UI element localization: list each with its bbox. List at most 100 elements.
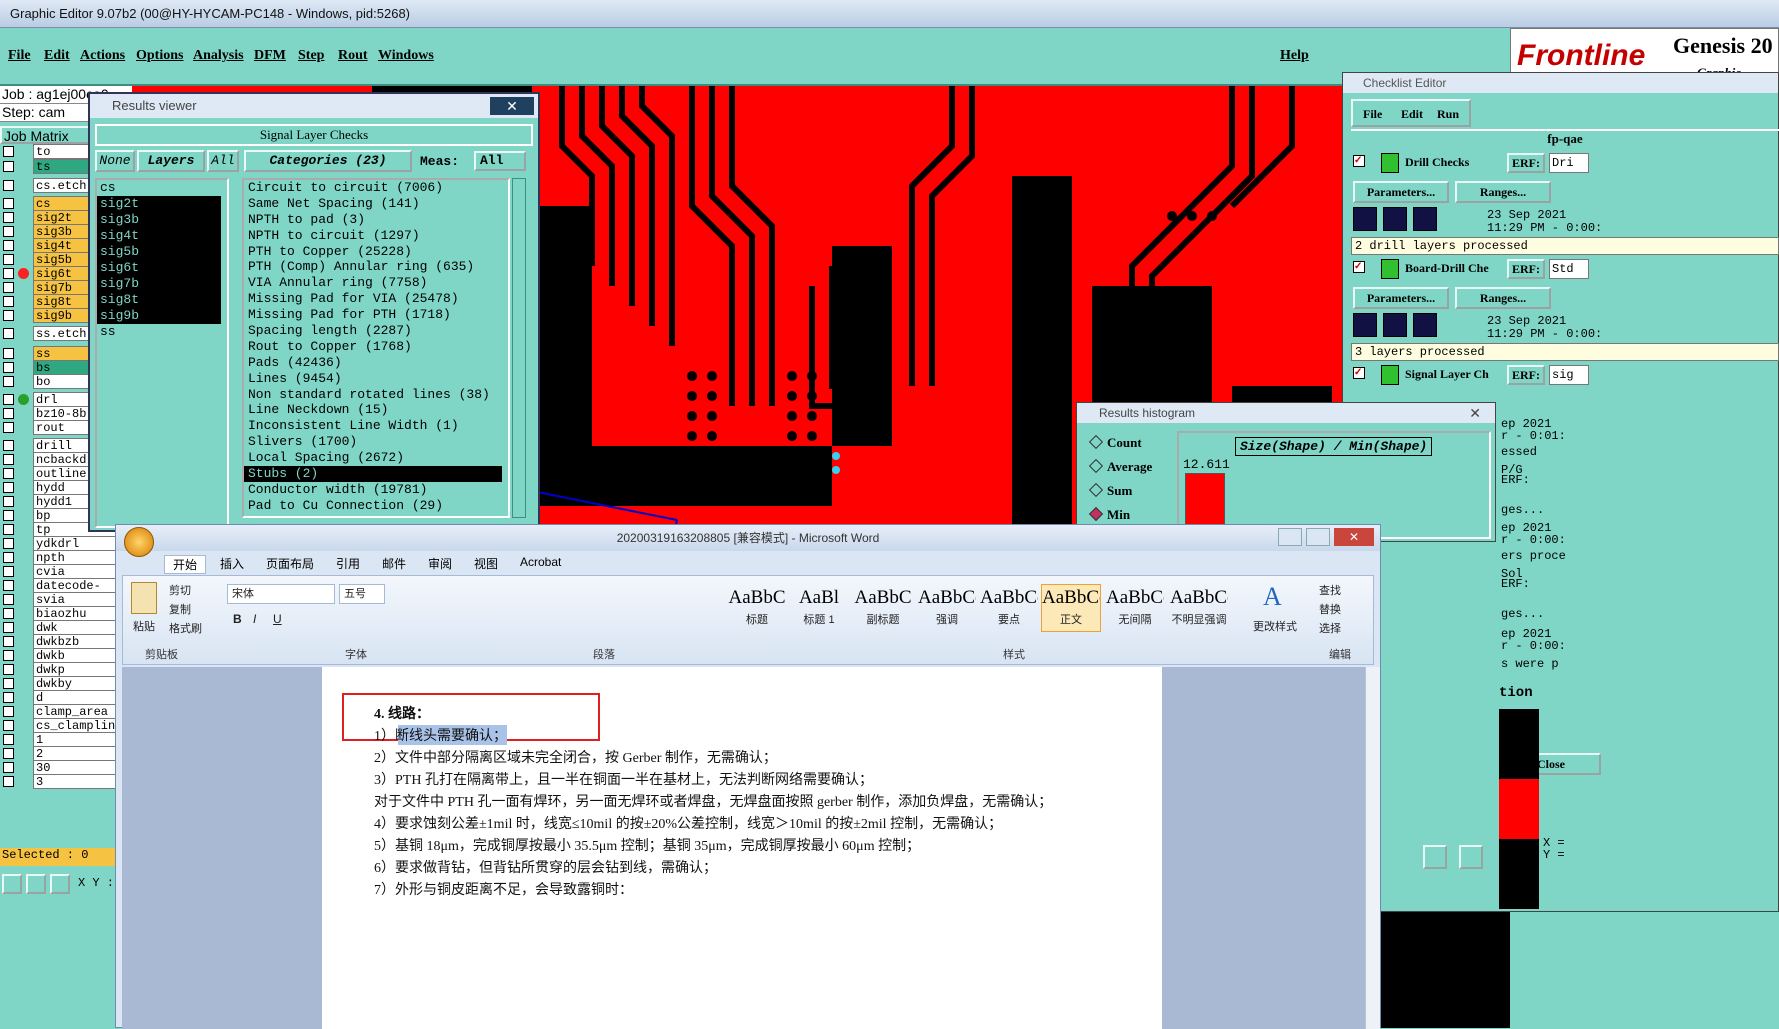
replace-button[interactable]: 替换 [1319, 601, 1341, 617]
document-line[interactable]: 1）断线头需要确认； [374, 725, 507, 745]
menu-actions[interactable]: Actions [80, 48, 125, 64]
layer-checkbox[interactable] [3, 268, 14, 279]
category-item[interactable]: PTH (Comp) Annular ring (635) [244, 259, 508, 275]
checklist-menu-file[interactable]: File [1363, 105, 1382, 123]
layer-checkbox[interactable] [3, 310, 14, 321]
checklist-action-row[interactable]: ✓ Signal Layer Ch ERF: sig [1353, 365, 1779, 391]
layer-row[interactable]: dwkp [0, 662, 132, 677]
layer-checkbox[interactable] [3, 180, 14, 191]
layer-checkbox[interactable] [3, 328, 14, 339]
layer-checkbox[interactable] [3, 440, 14, 451]
word-close-icon[interactable]: ✕ [1334, 528, 1374, 546]
result-layer-item[interactable]: sig3b [97, 212, 221, 228]
histogram-option[interactable]: Sum [1088, 482, 1132, 499]
copy-button[interactable]: 复制 [169, 601, 191, 617]
style-item[interactable]: AaBbCcDc 无间隔 [1105, 584, 1165, 632]
layer-checkbox[interactable] [3, 496, 14, 507]
layer-checkbox[interactable] [3, 664, 14, 675]
layer-row[interactable]: clamp_area [0, 704, 132, 719]
italic-button[interactable]: I [253, 612, 256, 626]
document-line[interactable]: 3）PTH 孔打在隔离带上，且一半在铜面一半在基材上，无法判断网络需要确认； [374, 769, 873, 789]
layer-checkbox[interactable] [3, 734, 14, 745]
layer-checkbox[interactable] [3, 254, 14, 265]
document-line[interactable]: 6）要求做背钻，但背钻所贯穿的层会钻到线，需确认； [374, 857, 717, 877]
style-item[interactable]: AaBbCcDc 不明显强调 [1169, 584, 1229, 632]
layer-row[interactable]: 3 [0, 774, 132, 789]
run-icon[interactable] [1383, 313, 1407, 337]
category-item[interactable]: NPTH to circuit (1297) [244, 228, 508, 244]
layer-checkbox[interactable] [3, 482, 14, 493]
format-painter-button[interactable]: 格式刷 [169, 620, 202, 636]
layer-checkbox[interactable] [3, 608, 14, 619]
layer-checkbox[interactable] [3, 762, 14, 773]
tab-view[interactable]: 视图 [474, 555, 498, 572]
layer-checkbox[interactable] [3, 538, 14, 549]
erf-button[interactable]: ERF: [1507, 259, 1545, 279]
layer-row[interactable]: cvia [0, 564, 132, 579]
histogram-option[interactable]: Count [1088, 434, 1142, 451]
category-item[interactable]: Missing Pad for VIA (25478) [244, 291, 508, 307]
erf-value[interactable]: sig [1549, 365, 1589, 385]
tab-references[interactable]: 引用 [336, 555, 360, 572]
erf-button[interactable]: ERF: [1507, 153, 1545, 173]
result-layer-item[interactable]: sig4t [97, 228, 221, 244]
parameters-button[interactable]: Parameters... [1353, 287, 1449, 309]
layer-checkbox[interactable] [3, 622, 14, 633]
category-list[interactable]: Circuit to circuit (7006) Same Net Spacin… [242, 178, 510, 518]
style-item[interactable]: AaBbC 副标题 [853, 584, 913, 632]
checklist-action-row[interactable]: ✓ Board-Drill Che ERF: Std [1353, 259, 1779, 285]
document-line[interactable]: 5）基铜 18μm，完成铜厚按最小 35.5μm 控制；基铜 35μm，完成铜厚… [374, 835, 920, 855]
category-item[interactable]: Missing Pad for PTH (1718) [244, 307, 508, 323]
layer-checkbox[interactable] [3, 212, 14, 223]
tab-home[interactable]: 开始 [164, 555, 207, 574]
category-item[interactable]: Rout to Copper (1768) [244, 339, 508, 355]
menu-options[interactable]: Options [136, 48, 183, 64]
document-area[interactable]: 4. 线路： 1）断线头需要确认； 2）文件中部分隔离区域未完全闭合，按 Gerbe… [122, 667, 1368, 1029]
layer-checkbox[interactable] [3, 692, 14, 703]
category-item[interactable]: Slivers (1700) [244, 434, 508, 450]
cut-button[interactable]: 剪切 [169, 582, 191, 598]
layer-row[interactable]: npth [0, 550, 132, 565]
tab-insert[interactable]: 插入 [220, 555, 244, 572]
bold-button[interactable]: B [233, 612, 242, 626]
category-item[interactable]: NPTH to pad (3) [244, 212, 508, 228]
layer-checkbox[interactable] [3, 748, 14, 759]
document-page[interactable]: 4. 线路： 1）断线头需要确认； 2）文件中部分隔离区域未完全闭合，按 Gerbe… [322, 667, 1162, 1029]
font-name-select[interactable]: 宋体 [227, 584, 335, 604]
ranges-button[interactable]: Ranges... [1455, 181, 1551, 203]
document-line[interactable]: 2）文件中部分隔离区域未完全闭合，按 Gerber 制作，无需确认； [374, 747, 777, 767]
category-item[interactable]: Same Net Spacing (141) [244, 196, 508, 212]
category-item[interactable]: Non standard rotated lines (38) [244, 387, 508, 403]
underline-button[interactable]: U [273, 612, 282, 626]
layer-checkbox[interactable] [3, 566, 14, 577]
layer-checkbox[interactable] [3, 468, 14, 479]
layer-checkbox[interactable] [3, 408, 14, 419]
layer-checkbox[interactable] [3, 594, 14, 605]
layer-row[interactable]: dwk [0, 620, 132, 635]
document-line[interactable]: 对于文件中 PTH 孔一面有焊环，另一面无焊环或者焊盘，无焊盘面按照 gerbe… [374, 791, 1052, 811]
paste-label[interactable]: 粘贴 [133, 618, 155, 634]
category-item[interactable]: Pad to Cu Connection (29) [244, 498, 508, 514]
select-tool-icon[interactable] [2, 874, 22, 894]
layer-checkbox[interactable] [3, 720, 14, 731]
paste-icon[interactable] [131, 582, 157, 614]
result-layer-item[interactable]: sig5b [97, 244, 221, 260]
category-item[interactable]: Conductor width (19781) [244, 482, 508, 498]
result-layer-item[interactable]: sig6t [97, 260, 221, 276]
result-layer-item[interactable]: sig8t [97, 292, 221, 308]
layer-checkbox[interactable] [3, 636, 14, 647]
result-layer-item[interactable]: sig7b [97, 276, 221, 292]
category-item[interactable]: Pads (42436) [244, 355, 508, 371]
layer-row[interactable]: 30 [0, 760, 132, 775]
layer-row[interactable]: 2 [0, 746, 132, 761]
document-line[interactable]: 7）外形与铜皮距离不足，会导致露铜时： [374, 879, 633, 899]
checklist-menu-edit[interactable]: Edit [1401, 105, 1423, 123]
layer-checkbox[interactable] [3, 650, 14, 661]
action-checkbox[interactable]: ✓ [1353, 261, 1365, 273]
category-item[interactable]: VIA Annular ring (7758) [244, 275, 508, 291]
layer-checkbox[interactable] [3, 524, 14, 535]
grid-tool-icon[interactable] [50, 874, 70, 894]
layer-row[interactable]: ydkdrl [0, 536, 132, 551]
menu-file[interactable]: File [8, 48, 31, 64]
style-item[interactable]: AaBbCcD 要点 [979, 584, 1039, 632]
